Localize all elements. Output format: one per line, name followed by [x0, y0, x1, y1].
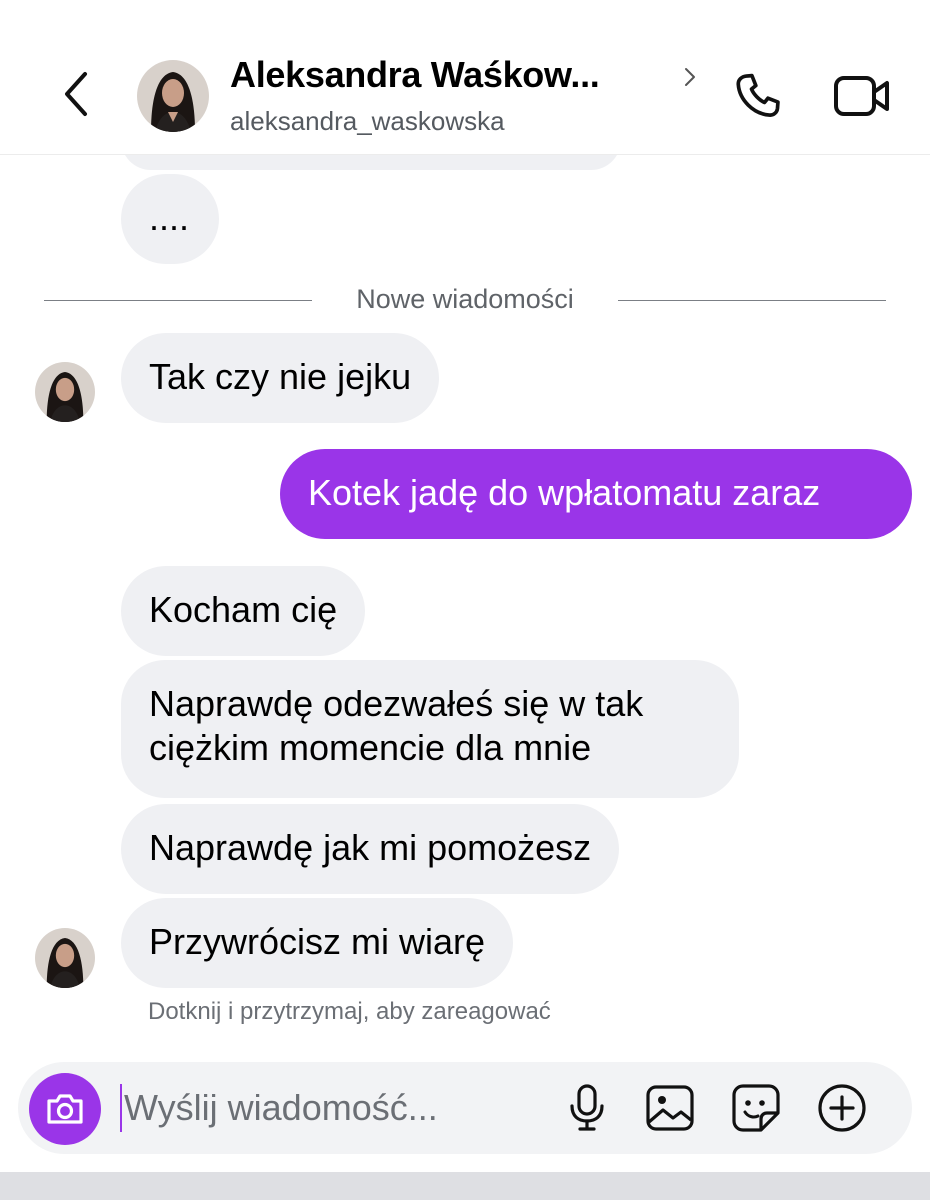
message-bubble[interactable]: Przywrócisz mi wiarę	[121, 898, 514, 988]
contact-avatar[interactable]	[137, 60, 209, 132]
contact-name[interactable]: Aleksandra Waśkow...	[230, 54, 600, 96]
sticker-button[interactable]	[728, 1080, 784, 1136]
message-input[interactable]	[124, 1082, 524, 1134]
message-bubble[interactable]: Kocham cię	[121, 566, 366, 656]
microphone-icon	[570, 1084, 604, 1131]
sender-avatar[interactable]	[35, 928, 95, 988]
message-text: Przywrócisz mi wiarę	[149, 921, 486, 962]
message-text: Tak czy nie jejku	[149, 356, 412, 397]
chevron-right-icon[interactable]	[682, 66, 698, 88]
back-button[interactable]	[52, 64, 100, 124]
voice-message-button[interactable]	[559, 1080, 615, 1136]
gallery-button[interactable]	[642, 1080, 698, 1136]
message-bubble[interactable]: ....	[121, 174, 219, 264]
outgoing-message-bubble[interactable]: Kotek jadę do wpłatomatu zaraz	[280, 449, 912, 539]
message-text: Kocham cię	[149, 589, 338, 630]
message-bubble[interactable]: Naprawdę odezwałeś się w tak ciężkim mom…	[121, 660, 739, 798]
message-text: ....	[149, 197, 190, 238]
camera-button[interactable]	[29, 1073, 101, 1145]
message-text: Naprawdę odezwałeś się w tak ciężkim mom…	[149, 683, 644, 768]
camera-icon	[47, 1094, 83, 1124]
message-bubble[interactable]: Naprawdę jak mi pomożesz	[121, 804, 620, 894]
message-bubble[interactable]: Tak czy nie jejku	[121, 333, 440, 423]
phone-icon	[736, 73, 780, 117]
sender-avatar[interactable]	[35, 362, 95, 422]
video-camera-icon	[834, 76, 889, 116]
chat-header: Aleksandra Waśkow... aleksandra_waskowsk…	[0, 0, 930, 155]
call-button[interactable]	[728, 66, 788, 126]
video-call-button[interactable]	[830, 66, 894, 126]
add-circle-icon	[818, 1084, 866, 1132]
sticker-icon	[732, 1084, 780, 1132]
message-composer	[18, 1062, 912, 1154]
message-text: Kotek jadę do wpłatomatu zaraz	[308, 472, 821, 513]
chevron-left-icon	[65, 72, 87, 116]
image-icon	[646, 1085, 694, 1131]
contact-username[interactable]: aleksandra_waskowska	[230, 106, 505, 137]
text-caret	[120, 1084, 122, 1132]
reaction-hint: Dotknij i przytrzymaj, aby zareagować	[148, 998, 551, 1025]
divider-line-right	[618, 300, 886, 301]
more-options-button[interactable]	[814, 1080, 870, 1136]
keyboard-edge	[0, 1172, 930, 1200]
message-text: Naprawdę jak mi pomożesz	[149, 827, 592, 868]
